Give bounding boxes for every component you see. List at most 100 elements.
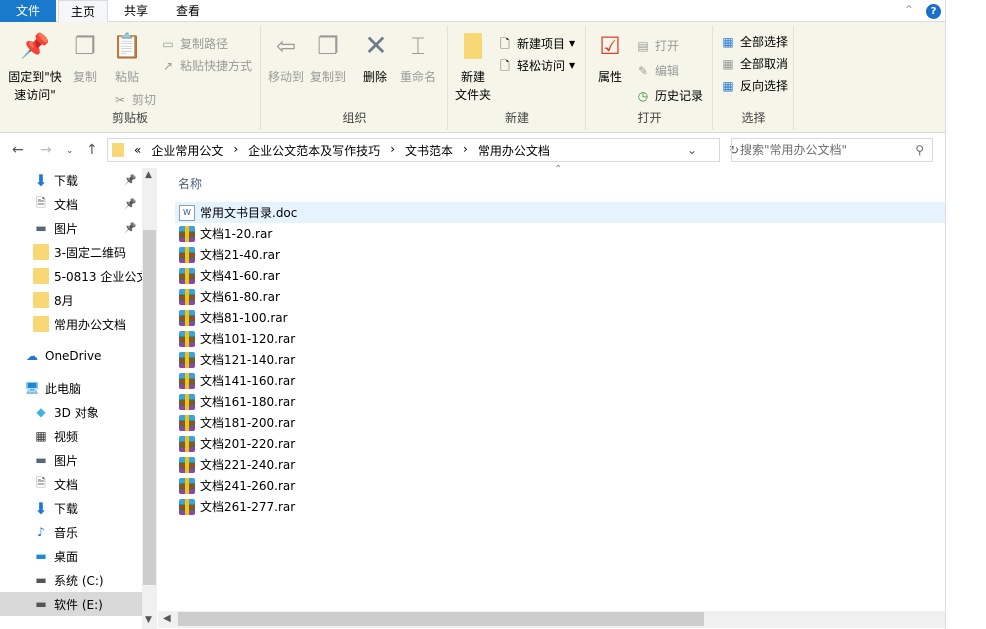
scroll-left-icon[interactable]: ◀ bbox=[163, 613, 171, 624]
tab-share[interactable]: 共享 bbox=[112, 0, 160, 22]
file-row[interactable]: 文档61-80.rar bbox=[175, 286, 945, 307]
scrollbar-thumb[interactable] bbox=[143, 230, 156, 585]
file-row[interactable]: 文档21-40.rar bbox=[175, 244, 945, 265]
document-icon: 🗎 bbox=[33, 196, 49, 212]
sidebar-item[interactable]: ▬系统 (C:) bbox=[0, 568, 142, 592]
forward-button[interactable]: → bbox=[40, 142, 52, 158]
column-header-name[interactable]: 名称 bbox=[178, 175, 202, 192]
sidebar-item[interactable]: ♪音乐 bbox=[0, 520, 142, 544]
file-row[interactable]: 文档141-160.rar bbox=[175, 370, 945, 391]
file-row[interactable]: 文档181-200.rar bbox=[175, 412, 945, 433]
file-list-horizontal-scrollbar[interactable]: ◀ bbox=[158, 611, 946, 628]
sidebar-item[interactable]: ◆3D 对象 bbox=[0, 400, 142, 424]
file-name: 文档101-120.rar bbox=[200, 330, 295, 347]
sidebar-item[interactable]: 🗎文档📌 bbox=[0, 192, 142, 216]
file-row[interactable]: 文档101-120.rar bbox=[175, 328, 945, 349]
sidebar-item[interactable]: 3-固定二维码 bbox=[0, 240, 142, 264]
address-bar[interactable]: « 企业常用公文›企业公文范本及写作技巧›文书范本›常用办公文档 ⌄ ↻ bbox=[107, 138, 720, 162]
breadcrumb-item[interactable]: 企业公文范本及写作技巧 bbox=[248, 142, 380, 159]
sidebar-item[interactable]: ▬软件 (E:) bbox=[0, 592, 142, 616]
delete-x-icon: ✕ bbox=[360, 30, 392, 62]
breadcrumb-separator-icon[interactable]: › bbox=[463, 142, 468, 159]
file-row[interactable]: 文档161-180.rar bbox=[175, 391, 945, 412]
tab-home[interactable]: 主页 bbox=[58, 0, 108, 23]
sort-ascending-icon: ⌃ bbox=[554, 164, 562, 175]
open-icon: ▤ bbox=[635, 38, 651, 54]
rar-archive-icon bbox=[179, 226, 195, 242]
help-icon[interactable]: ? bbox=[926, 4, 941, 19]
file-row[interactable]: W常用文书目录.doc bbox=[175, 202, 945, 223]
file-row[interactable]: 文档81-100.rar bbox=[175, 307, 945, 328]
properties-button[interactable]: ☑属性 bbox=[593, 30, 627, 86]
sidebar-item[interactable]: 8月 bbox=[0, 288, 142, 312]
new-folder-button[interactable]: 新建 文件夹 bbox=[453, 30, 493, 104]
new-item-button[interactable]: 🗋新建项目▼ bbox=[497, 34, 575, 54]
sidebar-item[interactable]: ⬇下载 bbox=[0, 496, 142, 520]
rename-button[interactable]: ⌶重命名 bbox=[398, 30, 438, 86]
copy-button[interactable]: ❐复制 bbox=[68, 30, 102, 86]
paste-button[interactable]: 📋粘贴 bbox=[108, 30, 146, 86]
breadcrumb-item[interactable]: 常用办公文档 bbox=[478, 142, 550, 159]
file-row[interactable]: 文档121-140.rar bbox=[175, 349, 945, 370]
rar-archive-icon bbox=[179, 331, 195, 347]
breadcrumb-separator-icon[interactable]: › bbox=[233, 142, 238, 159]
copy-icon: ❐ bbox=[69, 30, 101, 62]
pin-icon: 📌 bbox=[124, 175, 136, 186]
back-button[interactable]: ← bbox=[12, 142, 24, 158]
group-label: 组织 bbox=[262, 109, 447, 126]
cut-button[interactable]: ✂剪切 bbox=[112, 90, 156, 110]
collapse-ribbon-icon[interactable]: ⌃ bbox=[904, 3, 914, 17]
pin-quick-access-button[interactable]: 📌固定到"快 速访问" bbox=[6, 30, 64, 104]
search-input[interactable]: 搜索"常用办公文档"⚲ bbox=[731, 138, 933, 162]
delete-button[interactable]: ✕删除 bbox=[360, 30, 390, 86]
scroll-up-icon[interactable]: ▲ bbox=[145, 170, 152, 180]
sidebar-item[interactable]: 🖥此电脑 bbox=[0, 376, 142, 400]
select-all-button[interactable]: ▦全部选择 bbox=[720, 32, 788, 52]
up-button[interactable]: ↑ bbox=[86, 142, 98, 158]
copy-to-button[interactable]: ❐复制到 bbox=[308, 30, 348, 86]
history-icon: ◷ bbox=[635, 88, 651, 104]
breadcrumb-overflow[interactable]: « bbox=[134, 143, 141, 157]
move-to-button[interactable]: ⇦移动到 bbox=[266, 30, 306, 86]
sidebar-item[interactable]: 5-0813 企业公文 bbox=[0, 264, 142, 288]
rar-archive-icon bbox=[179, 394, 195, 410]
breadcrumb-separator-icon[interactable]: › bbox=[390, 142, 395, 159]
file-row[interactable]: 文档221-240.rar bbox=[175, 454, 945, 475]
sidebar-item[interactable]: ⬇下载📌 bbox=[0, 168, 142, 192]
easy-access-button[interactable]: 🗋轻松访问▼ bbox=[497, 56, 575, 76]
breadcrumb-item[interactable]: 企业常用公文 bbox=[151, 142, 223, 159]
recent-locations-icon[interactable]: ⌄ bbox=[66, 146, 74, 156]
tab-view[interactable]: 查看 bbox=[164, 0, 212, 22]
copy-path-button[interactable]: ▭复制路径 bbox=[160, 34, 228, 54]
select-none-button[interactable]: ▦全部取消 bbox=[720, 54, 788, 74]
edit-button[interactable]: ✎编辑 bbox=[635, 61, 679, 81]
sidebar-item[interactable]: ▬图片📌 bbox=[0, 216, 142, 240]
tab-file[interactable]: 文件 bbox=[0, 0, 56, 22]
file-row[interactable]: 文档201-220.rar bbox=[175, 433, 945, 454]
file-name: 文档141-160.rar bbox=[200, 372, 295, 389]
breadcrumb-item[interactable]: 文书范本 bbox=[405, 142, 453, 159]
invert-selection-button[interactable]: ▦反向选择 bbox=[720, 76, 788, 96]
sidebar-item[interactable]: ▬图片 bbox=[0, 448, 142, 472]
sidebar-item[interactable]: ☁OneDrive bbox=[0, 344, 142, 368]
history-button[interactable]: ◷历史记录 bbox=[635, 86, 703, 106]
file-name: 文档21-40.rar bbox=[200, 246, 280, 263]
sidebar-item-label: 图片 bbox=[54, 220, 78, 237]
open-button[interactable]: ▤打开 bbox=[635, 36, 679, 56]
file-row[interactable]: 文档241-260.rar bbox=[175, 475, 945, 496]
scroll-down-icon[interactable]: ▼ bbox=[145, 615, 152, 625]
file-row[interactable]: 文档261-277.rar bbox=[175, 496, 945, 517]
sidebar-item-label: 音乐 bbox=[54, 524, 78, 541]
scrollbar-thumb[interactable] bbox=[178, 612, 704, 626]
sidebar-item[interactable]: 🗎文档 bbox=[0, 472, 142, 496]
file-row[interactable]: 文档1-20.rar bbox=[175, 223, 945, 244]
sidebar-item[interactable]: ▦视频 bbox=[0, 424, 142, 448]
paste-shortcut-button[interactable]: ↗粘贴快捷方式 bbox=[160, 56, 252, 76]
address-dropdown-icon[interactable]: ⌄ bbox=[687, 143, 697, 157]
navigation-pane-scrollbar[interactable]: ▲ ▼ bbox=[142, 168, 157, 629]
easy-access-icon: 🗋 bbox=[497, 58, 513, 74]
sidebar-item-label: 5-0813 企业公文 bbox=[54, 268, 142, 285]
file-row[interactable]: 文档41-60.rar bbox=[175, 265, 945, 286]
sidebar-item[interactable]: ▬桌面 bbox=[0, 544, 142, 568]
sidebar-item[interactable]: 常用办公文档 bbox=[0, 312, 142, 336]
